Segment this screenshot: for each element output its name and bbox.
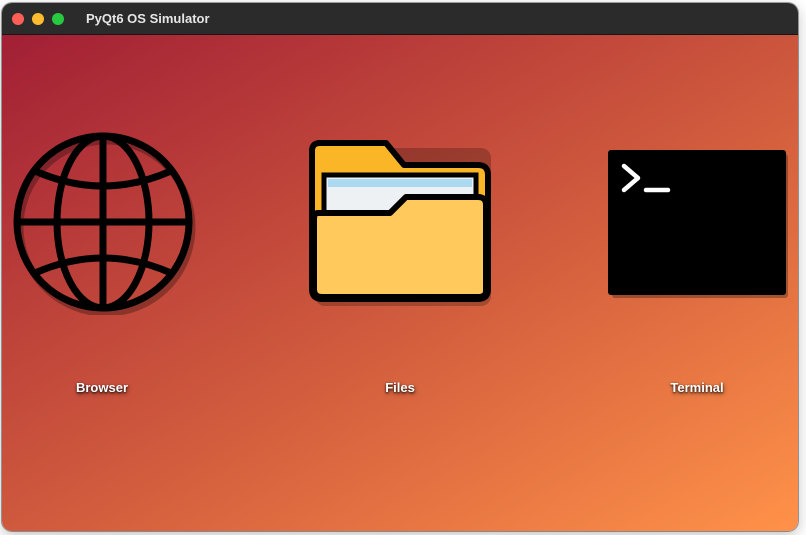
minimize-button[interactable] [32, 13, 44, 25]
files-app-icon[interactable] [308, 139, 492, 307]
desktop: Browser Files Terminal [2, 35, 798, 531]
title-bar[interactable]: PyQt6 OS Simulator [2, 3, 798, 35]
folder-icon [309, 140, 491, 306]
close-button[interactable] [12, 13, 24, 25]
files-app-label[interactable]: Files [320, 380, 480, 395]
terminal-app-label[interactable]: Terminal [617, 380, 777, 395]
window-title: PyQt6 OS Simulator [86, 11, 210, 26]
app-window: PyQt6 OS Simulator Browser Files Termina… [2, 3, 798, 531]
browser-app-icon[interactable] [10, 129, 196, 315]
globe-icon [13, 132, 196, 315]
terminal-icon [608, 150, 788, 298]
zoom-button[interactable] [52, 13, 64, 25]
terminal-app-icon[interactable] [606, 148, 788, 300]
browser-app-label[interactable]: Browser [22, 380, 182, 395]
